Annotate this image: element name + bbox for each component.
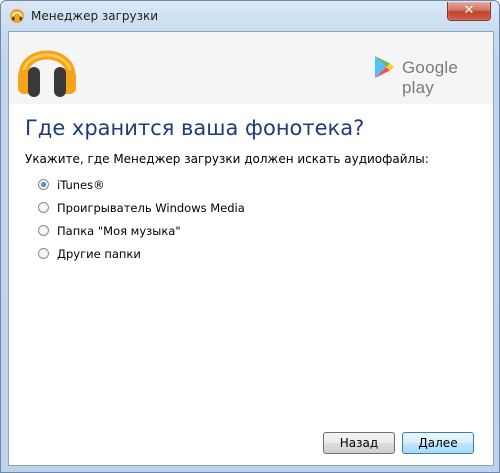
music-manager-icon bbox=[10, 9, 24, 23]
google-play-wordmark: Google play bbox=[402, 58, 459, 97]
next-button[interactable]: Далее bbox=[402, 432, 474, 454]
option-my-music-label: Папка "Моя музыка" bbox=[57, 223, 181, 238]
instructions-text: Укажите, где Менеджер загрузки должен ис… bbox=[25, 152, 429, 166]
radio-my-music[interactable] bbox=[38, 225, 49, 236]
library-location-options: iTunes® Проигрыватель Windows Media Папк… bbox=[38, 173, 245, 265]
option-itunes[interactable]: iTunes® bbox=[38, 173, 245, 196]
google-play-logo-icon bbox=[375, 56, 394, 78]
page-title: Где хранится ваша фонотека? bbox=[25, 116, 365, 140]
option-windows-media[interactable]: Проигрыватель Windows Media bbox=[38, 196, 245, 219]
radio-windows-media[interactable] bbox=[38, 202, 49, 213]
radio-itunes[interactable] bbox=[38, 179, 49, 190]
dialog-window: Менеджер загрузки ✕ Google play Где хран… bbox=[0, 0, 500, 473]
option-other-folders-label: Другие папки bbox=[57, 246, 141, 261]
option-other-folders[interactable]: Другие папки bbox=[38, 242, 245, 265]
option-windows-media-label: Проигрыватель Windows Media bbox=[57, 200, 245, 215]
headphones-icon bbox=[18, 50, 76, 97]
title-bar[interactable]: Менеджер загрузки ✕ bbox=[1, 1, 499, 31]
window-title: Менеджер загрузки bbox=[31, 9, 159, 23]
dialog-content: Google play Где хранится ваша фонотека? … bbox=[8, 31, 494, 466]
option-my-music[interactable]: Папка "Моя музыка" bbox=[38, 219, 245, 242]
header-banner: Google play bbox=[9, 32, 493, 104]
close-button[interactable]: ✕ bbox=[447, 2, 491, 21]
back-button[interactable]: Назад bbox=[323, 432, 395, 454]
option-itunes-label: iTunes® bbox=[57, 177, 105, 192]
radio-other-folders[interactable] bbox=[38, 248, 49, 259]
